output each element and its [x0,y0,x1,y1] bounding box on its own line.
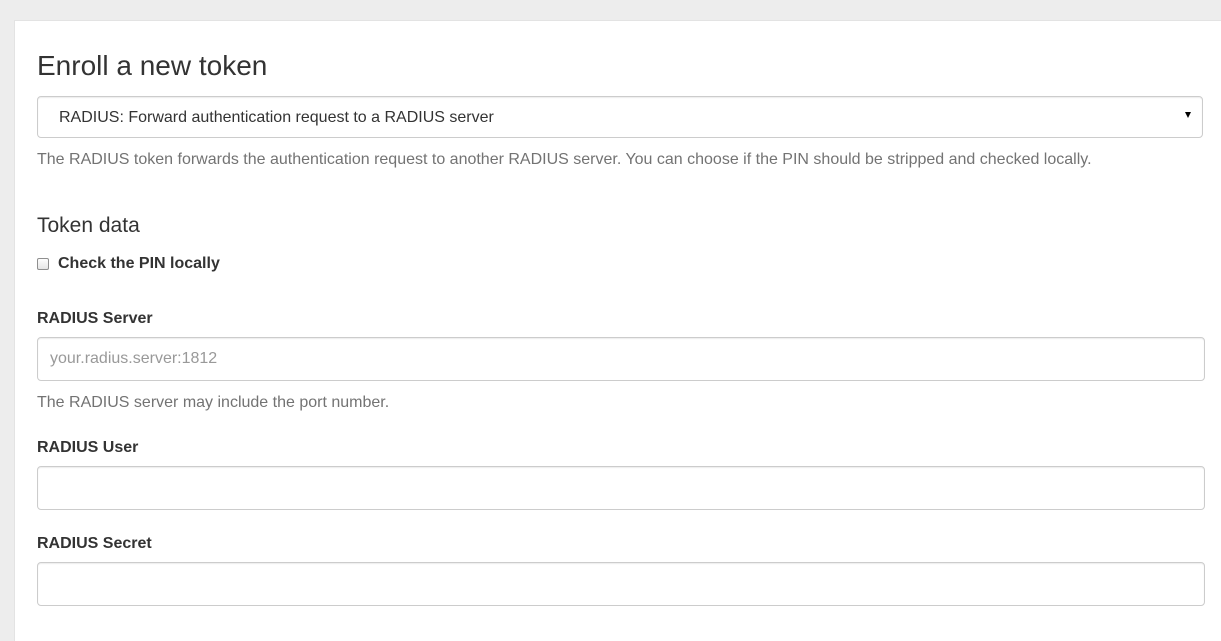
radius-server-label: RADIUS Server [37,310,153,327]
check-pin-locally-checkbox[interactable] [37,258,49,270]
check-pin-locally-label: Check the PIN locally [58,255,220,272]
enroll-token-panel: Enroll a new token RADIUS: Forward authe… [14,20,1221,641]
caret-down-icon [1185,112,1191,118]
radius-user-label: RADIUS User [37,439,139,456]
radius-secret-label: RADIUS Secret [37,535,152,552]
radius-secret-input[interactable] [37,562,1205,606]
radius-user-input[interactable] [37,466,1205,510]
radius-server-input[interactable] [37,337,1205,381]
token-type-selected-value: RADIUS: Forward authentication request t… [59,109,494,126]
token-data-heading: Token data [37,214,140,237]
page-title: Enroll a new token [37,50,268,81]
radius-server-help: The RADIUS server may include the port n… [37,394,390,411]
token-type-select[interactable]: RADIUS: Forward authentication request t… [37,96,1203,138]
token-type-description: The RADIUS token forwards the authentica… [37,151,1092,168]
check-pin-locally-option[interactable]: Check the PIN locally [37,254,220,274]
